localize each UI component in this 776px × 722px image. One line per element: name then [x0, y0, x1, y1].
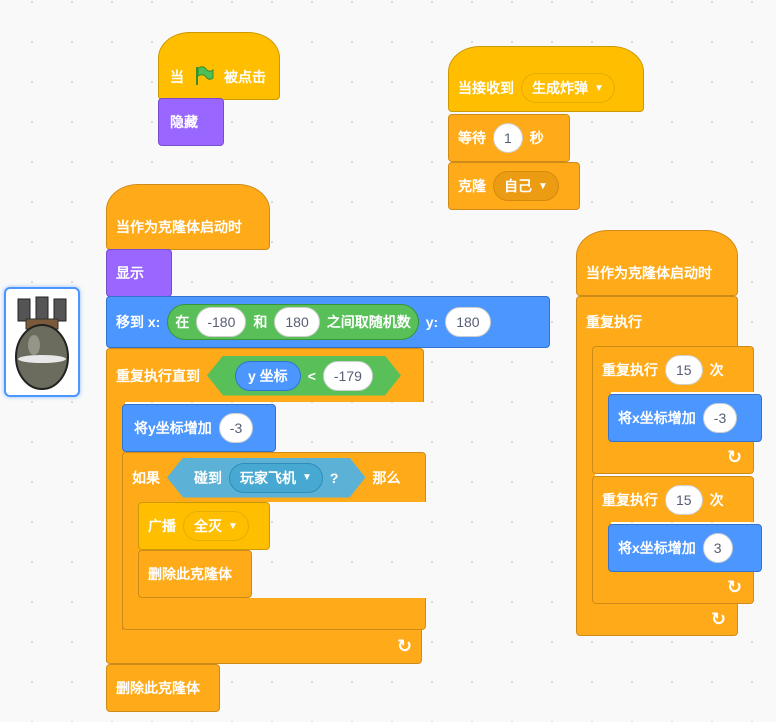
y-position-reporter[interactable]: y 坐标 [235, 361, 301, 391]
repeat-block-1[interactable]: 重复执行 15 次 [592, 346, 754, 392]
show-label: 显示 [116, 265, 144, 281]
random-to-input[interactable]: 180 [274, 307, 320, 337]
goto-y-input[interactable]: 180 [445, 307, 491, 337]
goto-xy-block[interactable]: 移到 x: 在 -180 和 180 之间取随机数 y: 180 [106, 296, 550, 348]
wait-block[interactable]: 等待 1 秒 [448, 114, 570, 162]
loop-arrow-icon: ↻ [711, 609, 727, 629]
change-x-label-2: 将x坐标增加 [618, 540, 696, 556]
clone-start-hat-2[interactable]: 当作为克隆体启动时 [576, 230, 738, 296]
dropdown-caret-icon: ▼ [594, 82, 604, 94]
forever-label: 重复执行 [586, 313, 642, 330]
delete-clone-label: 删除此克隆体 [116, 680, 200, 696]
delete-clone-block[interactable]: 删除此克隆体 [106, 664, 220, 712]
random-in-label: 在 [175, 314, 190, 330]
if-label: 如果 [132, 469, 160, 486]
show-block[interactable]: 显示 [106, 249, 172, 297]
less-than-input[interactable]: -179 [323, 361, 373, 391]
random-reporter[interactable]: 在 -180 和 180 之间取随机数 [167, 304, 419, 340]
forever-block[interactable]: 重复执行 [576, 296, 738, 346]
dropdown-caret-icon: ▼ [228, 520, 238, 532]
sprite-thumbnail[interactable] [4, 287, 80, 397]
repeat-until-foot: ↻ [106, 630, 422, 664]
broadcast-value: 全灭 [194, 518, 222, 534]
seconds-label: 秒 [529, 130, 544, 146]
repeat-times-input-2[interactable]: 15 [665, 484, 703, 515]
random-and-label: 和 [253, 314, 268, 330]
hide-block[interactable]: 隐藏 [158, 98, 224, 146]
change-x-input-1[interactable]: -3 [702, 403, 738, 433]
loop-arrow-icon: ↻ [397, 636, 413, 656]
goto-x-label: 移到 x: [116, 314, 161, 330]
random-between-label: 之间取随机数 [326, 314, 411, 330]
repeat-foot-2: ↻ [592, 572, 754, 604]
repeat-label-1: 重复执行 [602, 361, 658, 378]
repeat-unit-label-2: 次 [709, 491, 724, 508]
clicked-label: 被点击 [224, 69, 266, 85]
change-y-block[interactable]: 将y坐标增加 -3 [122, 404, 276, 452]
bomb-icon [15, 296, 69, 390]
broadcast-label: 广播 [148, 518, 176, 534]
question-label: ? [329, 469, 339, 486]
message-value: 生成炸弹 [532, 80, 588, 96]
clone-start-hat[interactable]: 当作为克隆体启动时 [106, 184, 270, 250]
less-than-label: < [307, 367, 316, 384]
change-x-label-1: 将x坐标增加 [618, 410, 696, 426]
touching-sensor[interactable]: 碰到 玩家飞机 ▼ ? [167, 458, 365, 498]
when-flag-clicked-hat[interactable]: 当 被点击 [158, 32, 280, 100]
change-y-label: 将y坐标增加 [134, 420, 212, 436]
clone-start-label-2: 当作为克隆体启动时 [586, 265, 712, 281]
broadcast-dropdown[interactable]: 全灭 ▼ [183, 511, 249, 541]
if-foot [122, 598, 426, 630]
dropdown-caret-icon: ▼ [302, 472, 312, 483]
repeat-block-2[interactable]: 重复执行 15 次 [592, 476, 754, 522]
repeat-label-2: 重复执行 [602, 491, 658, 508]
change-x-block-1[interactable]: 将x坐标增加 -3 [608, 394, 762, 442]
when-receive-label: 当接收到 [458, 80, 514, 96]
clone-target-dropdown[interactable]: 自己 ▼ [493, 171, 559, 201]
loop-arrow-icon: ↻ [727, 577, 743, 597]
delete-clone-inner-block[interactable]: 删除此克隆体 [138, 550, 252, 598]
repeat-until-label: 重复执行直到 [116, 367, 200, 384]
repeat-foot-1: ↻ [592, 442, 754, 474]
wait-input[interactable]: 1 [493, 123, 523, 153]
touching-label: 碰到 [194, 469, 222, 486]
goto-y-label: y: [425, 314, 439, 330]
if-then-block[interactable]: 如果 碰到 玩家飞机 ▼ ? 那么 [122, 452, 426, 502]
repeat-times-input-1[interactable]: 15 [665, 354, 703, 385]
change-x-input-2[interactable]: 3 [702, 533, 733, 563]
random-from-input[interactable]: -180 [196, 307, 247, 337]
message-dropdown[interactable]: 生成炸弹 ▼ [521, 73, 615, 103]
change-x-block-2[interactable]: 将x坐标增加 3 [608, 524, 762, 572]
dropdown-caret-icon: ▼ [538, 180, 548, 192]
hide-label: 隐藏 [170, 114, 198, 130]
green-flag-icon [193, 65, 215, 90]
touch-target-dropdown[interactable]: 玩家飞机 ▼ [229, 463, 323, 493]
less-than-operator[interactable]: y 坐标 < -179 [207, 356, 401, 396]
touch-target-value: 玩家飞机 [240, 469, 296, 486]
when-receive-hat[interactable]: 当接收到 生成炸弹 ▼ [448, 46, 644, 112]
when-label: 当 [170, 69, 184, 85]
repeat-unit-label-1: 次 [709, 361, 724, 378]
clone-start-label: 当作为克隆体启动时 [116, 219, 242, 235]
clone-target-value: 自己 [504, 178, 532, 194]
change-y-input[interactable]: -3 [218, 413, 254, 443]
broadcast-block[interactable]: 广播 全灭 ▼ [138, 502, 270, 550]
create-clone-block[interactable]: 克隆 自己 ▼ [448, 162, 580, 210]
loop-arrow-icon: ↻ [727, 447, 743, 467]
delete-clone-inner-label: 删除此克隆体 [148, 566, 232, 582]
repeat-until-block[interactable]: 重复执行直到 y 坐标 < -179 [106, 348, 424, 402]
then-label: 那么 [372, 469, 401, 486]
wait-label: 等待 [458, 130, 486, 146]
forever-foot: ↻ [576, 604, 738, 636]
clone-label: 克隆 [458, 178, 486, 194]
